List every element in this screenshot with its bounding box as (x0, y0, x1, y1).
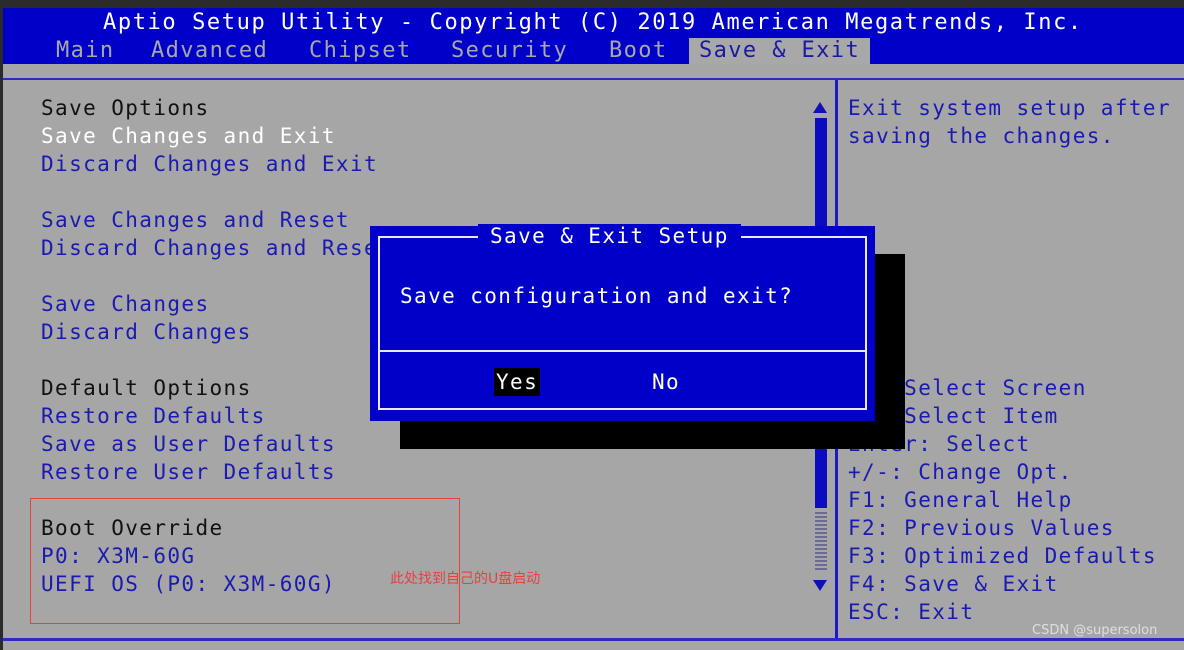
save-changes-and-reset-item[interactable]: Save Changes and Reset (41, 208, 350, 232)
footer-divider (3, 638, 1184, 641)
restore-defaults-item[interactable]: Restore Defaults (41, 404, 266, 428)
key-hint: F2: Previous Values (848, 516, 1115, 540)
scroll-down-arrow-icon[interactable] (813, 580, 827, 591)
bios-title: Aptio Setup Utility - Copyright (C) 2019… (103, 10, 1083, 35)
header-divider (3, 64, 1184, 80)
key-hint: ESC: Exit (848, 600, 975, 624)
help-description-line: saving the changes. (848, 124, 1115, 148)
key-hint: F3: Optimized Defaults (848, 544, 1157, 568)
scroll-up-arrow-icon[interactable] (813, 102, 827, 113)
tab-chipset[interactable]: Chipset (309, 38, 412, 64)
save-options-header: Save Options (41, 96, 210, 120)
key-hint: F4: Save & Exit (848, 572, 1059, 596)
no-button[interactable]: No (650, 368, 682, 396)
key-hint: F1: General Help (848, 488, 1073, 512)
dialog-separator (380, 350, 865, 352)
help-description-line: Exit system setup after (848, 96, 1171, 120)
watermark: CSDN @supersolon (1032, 623, 1158, 638)
save-as-user-defaults-item[interactable]: Save as User Defaults (41, 432, 336, 456)
annotation-text: 此处找到自己的U盘启动 (390, 571, 541, 587)
annotation-highlight-box (30, 498, 460, 624)
tab-advanced[interactable]: Advanced (151, 38, 268, 64)
dialog-title: Save & Exit Setup (478, 224, 741, 248)
restore-user-defaults-item[interactable]: Restore User Defaults (41, 460, 336, 484)
tab-save-exit[interactable]: Save & Exit (689, 38, 871, 64)
default-options-header: Default Options (41, 376, 252, 400)
dialog-frame: Save & Exit Setup Save configuration and… (378, 224, 867, 410)
tab-boot[interactable]: Boot (609, 38, 668, 64)
bios-header: Aptio Setup Utility - Copyright (C) 2019… (3, 8, 1184, 64)
discard-changes-and-reset-item[interactable]: Discard Changes and Reset (41, 236, 392, 260)
tab-security[interactable]: Security (451, 38, 568, 64)
scroll-track-remaining (815, 510, 827, 570)
save-changes-and-exit-item[interactable]: Save Changes and Exit (41, 124, 336, 148)
yes-button[interactable]: Yes (494, 368, 541, 396)
tab-bar: Main Advanced Chipset Security Boot Save… (3, 38, 1184, 64)
discard-changes-and-exit-item[interactable]: Discard Changes and Exit (41, 152, 378, 176)
discard-changes-item[interactable]: Discard Changes (41, 320, 252, 344)
key-hint: +/-: Change Opt. (848, 460, 1073, 484)
save-exit-dialog: Save & Exit Setup Save configuration and… (370, 224, 875, 421)
save-changes-item[interactable]: Save Changes (41, 292, 210, 316)
dialog-message: Save configuration and exit? (400, 284, 794, 308)
tab-main[interactable]: Main (56, 38, 115, 64)
